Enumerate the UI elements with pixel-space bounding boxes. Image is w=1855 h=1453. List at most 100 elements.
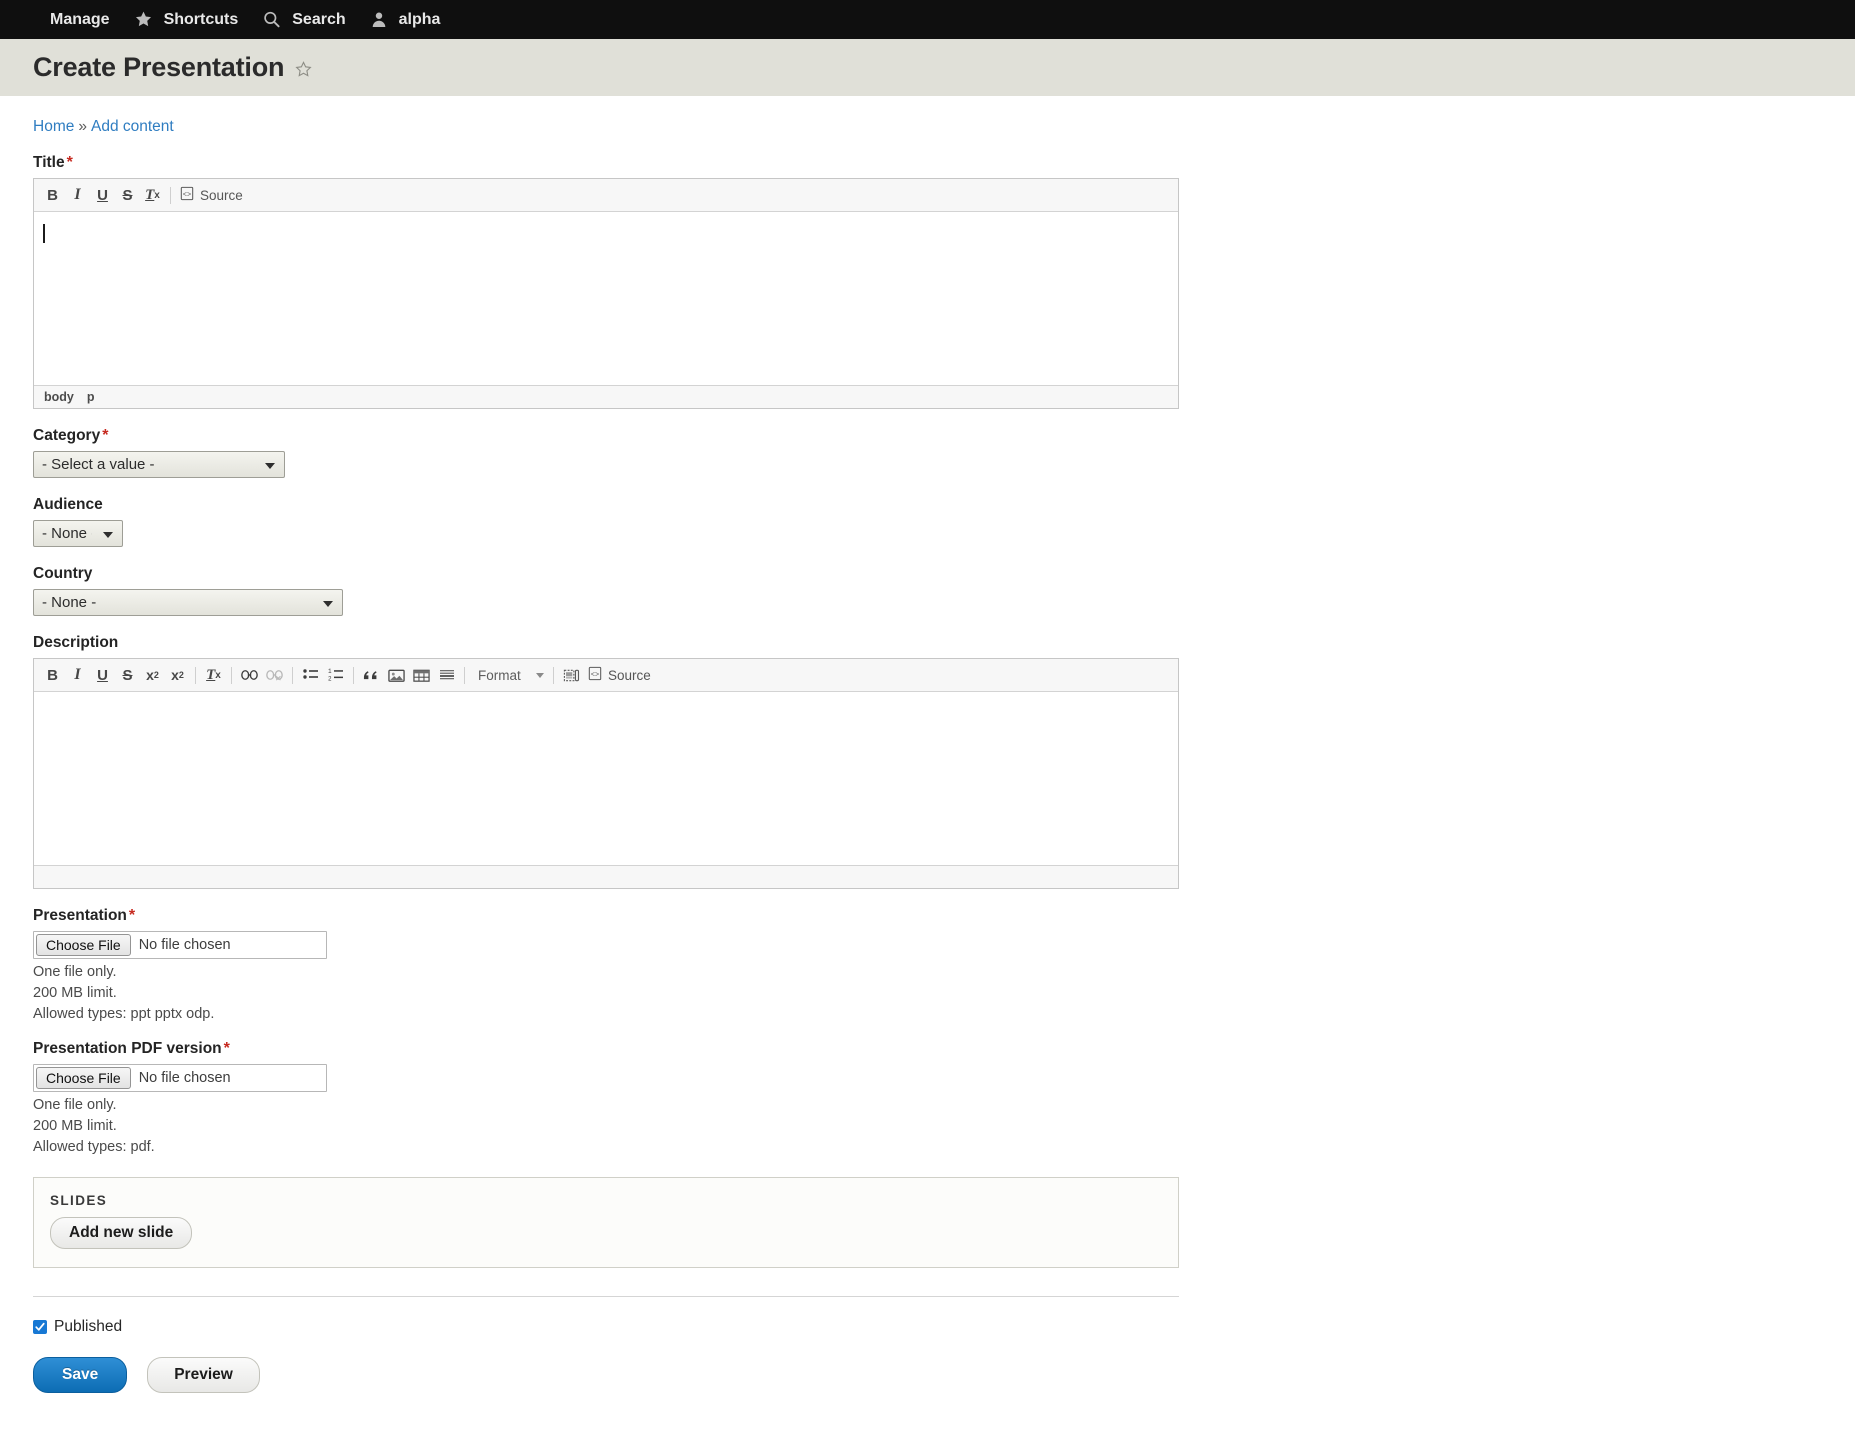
- country-select[interactable]: - None -: [33, 589, 343, 616]
- bulleted-list-icon[interactable]: [298, 664, 323, 687]
- admin-toolbar: Manage Shortcuts Search alpha: [0, 0, 1855, 39]
- search-icon: [262, 10, 281, 29]
- form-divider: [33, 1296, 1179, 1297]
- presentation-pdf-required-marker: *: [223, 1040, 230, 1057]
- breadcrumb-link-add-content[interactable]: Add content: [91, 118, 174, 135]
- presentation-hint-size-limit: 200 MB limit.: [33, 985, 117, 1001]
- remove-format-icon[interactable]: Tx: [140, 184, 165, 207]
- country-label: Country: [33, 565, 93, 582]
- presentation-pdf-label: Presentation PDF version *: [33, 1040, 1855, 1058]
- toolbar-item-search-label: Search: [292, 10, 346, 28]
- presentation-pdf-file-input[interactable]: Choose File No file chosen: [33, 1064, 327, 1092]
- audience-label: Audience: [33, 496, 103, 513]
- presentation-pdf-hint-size-limit: 200 MB limit.: [33, 1118, 117, 1134]
- underline-icon[interactable]: U: [90, 184, 115, 207]
- field-title: Title * B I U S Tx <> Source body p: [33, 154, 1855, 409]
- superscript-icon[interactable]: x2: [140, 664, 165, 687]
- presentation-hint-allowed-types: Allowed types: ppt pptx odp.: [33, 1006, 215, 1022]
- presentation-choose-file-button[interactable]: Choose File: [36, 934, 131, 956]
- underline-icon[interactable]: U: [90, 664, 115, 687]
- audience-select[interactable]: - None -: [33, 520, 123, 547]
- category-label: Category *: [33, 427, 1855, 445]
- strikethrough-icon[interactable]: S: [115, 184, 140, 207]
- form-actions: Save Preview: [33, 1357, 1855, 1393]
- toolbar-separator: [292, 666, 293, 684]
- description-editor-toolbar: B I U S x2 x2 Tx 1 2 Format <> Source: [34, 659, 1178, 692]
- description-editor: B I U S x2 x2 Tx 1 2 Format <> Source: [33, 658, 1179, 889]
- image-icon[interactable]: [384, 664, 409, 687]
- source-label: Source: [608, 667, 651, 683]
- presentation-pdf-choose-file-button[interactable]: Choose File: [36, 1067, 131, 1089]
- field-presentation: Presentation * Choose File No file chosen…: [33, 907, 1855, 1022]
- presentation-pdf-hint-one-file: One file only.: [33, 1097, 117, 1113]
- title-label: Title *: [33, 154, 1855, 172]
- presentation-file-status: No file chosen: [138, 937, 231, 953]
- category-select[interactable]: - Select a value -: [33, 451, 285, 478]
- field-category: Category * - Select a value -: [33, 427, 1855, 478]
- source-button[interactable]: <> Source: [584, 664, 658, 687]
- presentation-pdf-hint-allowed-types: Allowed types: pdf.: [33, 1139, 155, 1155]
- toolbar-item-user[interactable]: alpha: [360, 0, 455, 39]
- hamburger-icon: [18, 12, 39, 28]
- source-button[interactable]: <> Source: [176, 184, 250, 207]
- published-label[interactable]: Published: [54, 1318, 122, 1336]
- toolbar-item-shortcuts-label: Shortcuts: [163, 10, 239, 28]
- preview-button[interactable]: Preview: [147, 1357, 260, 1393]
- bottom-spacer: [33, 1393, 1855, 1453]
- slides-legend: SLIDES: [50, 1193, 108, 1208]
- published-checkbox[interactable]: [33, 1320, 47, 1334]
- title-required-marker: *: [66, 154, 73, 171]
- field-country: Country - None -: [33, 565, 1855, 616]
- unlink-icon: [262, 664, 287, 687]
- toolbar-item-manage[interactable]: Manage: [8, 0, 124, 39]
- element-path-body[interactable]: body: [44, 390, 74, 404]
- presentation-file-input[interactable]: Choose File No file chosen: [33, 931, 327, 959]
- description-editor-area[interactable]: [34, 692, 1178, 865]
- blockquote-icon[interactable]: [359, 664, 384, 687]
- description-label: Description: [33, 634, 119, 651]
- svg-text:1: 1: [328, 668, 332, 675]
- italic-icon[interactable]: I: [65, 184, 90, 207]
- bold-icon[interactable]: B: [40, 184, 65, 207]
- save-button[interactable]: Save: [33, 1357, 128, 1393]
- field-presentation-pdf: Presentation PDF version * Choose File No…: [33, 1040, 1855, 1155]
- category-label-text: Category: [33, 427, 101, 444]
- toolbar-separator: [195, 666, 196, 684]
- field-description: Description B I U S x2 x2 Tx 1 2 Format …: [33, 634, 1855, 889]
- toolbar-item-user-label: alpha: [398, 10, 441, 28]
- link-icon[interactable]: [237, 664, 262, 687]
- slides-fieldset: SLIDES Add new slide: [33, 1177, 1179, 1268]
- toolbar-separator: [353, 666, 354, 684]
- format-dropdown-label: Format: [478, 667, 521, 683]
- title-editor-toolbar: B I U S Tx <> Source: [34, 179, 1178, 212]
- title-editor-element-path: body p: [34, 385, 1178, 408]
- horizontal-rule-icon[interactable]: [434, 664, 459, 687]
- presentation-label: Presentation *: [33, 907, 1855, 925]
- template-icon[interactable]: [559, 664, 584, 687]
- user-icon: [370, 10, 388, 29]
- field-audience: Audience - None -: [33, 496, 1855, 547]
- element-path-p[interactable]: p: [87, 390, 95, 404]
- toolbar-item-search[interactable]: Search: [252, 0, 359, 39]
- format-dropdown[interactable]: Format: [470, 664, 548, 687]
- toolbar-item-shortcuts[interactable]: Shortcuts: [124, 0, 253, 39]
- svg-text:<>: <>: [591, 671, 599, 679]
- breadcrumb-link-home[interactable]: Home: [33, 118, 74, 135]
- country-select-wrap: - None -: [33, 589, 343, 616]
- toolbar-item-manage-label: Manage: [50, 10, 110, 28]
- italic-icon[interactable]: I: [65, 664, 90, 687]
- table-icon[interactable]: [409, 664, 434, 687]
- page-header: Create Presentation: [0, 39, 1855, 96]
- strikethrough-icon[interactable]: S: [115, 664, 140, 687]
- toolbar-separator: [464, 666, 465, 684]
- node-create-form: Title * B I U S Tx <> Source body p Cate…: [0, 154, 1855, 1453]
- description-editor-footer: [34, 865, 1178, 888]
- title-editor-area[interactable]: [34, 212, 1178, 385]
- numbered-list-icon[interactable]: 1 2: [323, 664, 348, 687]
- subscript-icon[interactable]: x2: [165, 664, 190, 687]
- remove-format-icon[interactable]: Tx: [201, 664, 226, 687]
- star-outline-icon[interactable]: [294, 60, 313, 79]
- add-new-slide-button[interactable]: Add new slide: [50, 1217, 193, 1249]
- audience-select-wrap: - None -: [33, 520, 123, 547]
- bold-icon[interactable]: B: [40, 664, 65, 687]
